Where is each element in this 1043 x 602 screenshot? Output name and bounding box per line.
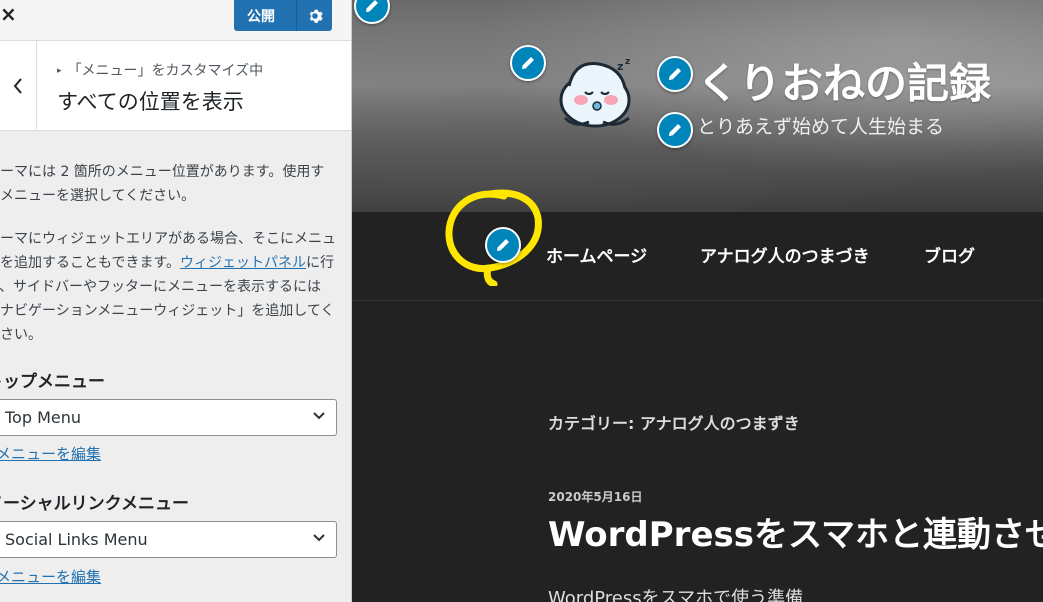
edit-top-menu-link[interactable]: メニューを編集: [0, 443, 101, 464]
edit-social-menu-link[interactable]: メニューを編集: [0, 566, 101, 587]
description-paragraph-2: テーマにウィジェットエリアがある場合、そこにメニューを追加することもできます。ウ…: [0, 231, 336, 343]
publish-label: 公開: [247, 8, 275, 25]
nav-item-analog[interactable]: アナログ人のつまづき: [700, 242, 870, 267]
customizer-topbar: × 公開: [0, 0, 351, 41]
pencil-icon: [497, 239, 509, 251]
publish-button[interactable]: 公開: [234, 0, 332, 31]
archive-title: カテゴリー: アナログ人のつまずき: [548, 414, 800, 433]
top-menu-select[interactable]: Top Menu: [0, 399, 337, 436]
edit-shortcut-menu[interactable]: [485, 227, 521, 263]
post-excerpt: WordPressをスマホで使う準備: [548, 588, 804, 602]
mascot-logo: z z: [559, 57, 631, 128]
svg-text:z: z: [617, 60, 623, 73]
location-title-social: ソーシャルリンクメニュー: [0, 494, 189, 514]
edit-shortcut-tagline[interactable]: [657, 112, 693, 148]
breadcrumb: ▸ 「メニュー」をカスタマイズ中: [57, 63, 264, 79]
site-title[interactable]: くりおねの記録: [697, 50, 991, 111]
pencil-icon: [522, 57, 534, 69]
section-title: すべての位置を表示: [57, 90, 244, 114]
section-header: ▸ 「メニュー」をカスタマイズ中 すべての位置を表示: [0, 41, 351, 131]
site-preview: z z くりおねの記録 とりあえず始めて人生始まる ホームページ アナログ人のつ…: [352, 0, 1043, 602]
edit-shortcut-site-title[interactable]: [657, 56, 693, 92]
description-paragraph-1: テーマには 2 箇所のメニュー位置があります。使用するメニューを選択してください…: [0, 164, 325, 204]
nav-item-home[interactable]: ホームページ: [546, 242, 647, 267]
widgets-panel-link[interactable]: ウィジェットパネル: [180, 255, 306, 271]
post-title[interactable]: WordPressをスマホと連動させる: [548, 507, 1043, 556]
post-date[interactable]: 2020年5月16日: [548, 488, 642, 505]
back-button[interactable]: [0, 41, 37, 131]
edit-shortcut-logo[interactable]: [510, 45, 546, 81]
nav-item-blog[interactable]: ブログ: [924, 242, 975, 267]
menu-locations-description: テーマには 2 箇所のメニュー位置があります。使用するメニューを選択してください…: [0, 160, 338, 366]
site-tagline: とりあえず始めて人生始まる: [697, 116, 945, 138]
pencil-icon: [366, 0, 378, 12]
close-icon: ×: [0, 2, 17, 26]
chevron-left-icon: [13, 78, 22, 94]
chevron-down-icon: [313, 412, 325, 420]
social-menu-select[interactable]: Social Links Menu: [0, 521, 337, 558]
gear-icon[interactable]: [297, 8, 332, 24]
customizer-sidebar: × 公開 ▸ 「メニュー」をカスタマイズ中 すべての位置を表示 テーマには 2 箇…: [0, 0, 352, 602]
chevron-down-icon: [313, 534, 325, 542]
pencil-icon: [669, 124, 681, 136]
svg-text:z: z: [625, 57, 630, 67]
location-title-top: トップメニュー: [0, 372, 105, 392]
pencil-icon: [669, 68, 681, 80]
close-button[interactable]: ×: [0, 0, 17, 30]
